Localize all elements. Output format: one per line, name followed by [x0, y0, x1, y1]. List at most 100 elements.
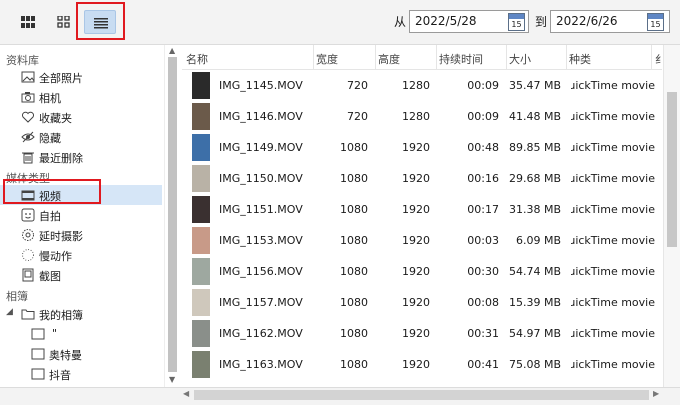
album-icon [31, 368, 45, 380]
horizontal-scroll-thumb[interactable] [194, 390, 649, 400]
sidebar-scrollbar[interactable]: ▲ ▼ [164, 45, 181, 387]
cell-kind: QuickTime movie [571, 234, 655, 247]
table-row[interactable]: IMG_1163.MOV 1080 1920 00:41 75.08 MB QuickTi… [182, 349, 662, 380]
sidebar-item-slowmo[interactable]: 慢动作 [0, 245, 162, 265]
video-thumbnail [192, 165, 210, 192]
column-header-width[interactable]: 宽度 [316, 51, 338, 67]
cell-size: 54.74 MB [508, 265, 561, 278]
cell-duration: 00:41 [467, 358, 499, 371]
cell-kind: QuickTime movie [571, 327, 655, 340]
sidebar-item-selfies[interactable]: 自拍 [0, 205, 162, 225]
cell-kind: QuickTime movie [571, 203, 655, 216]
column-header-more[interactable]: 纟 [655, 51, 662, 67]
cell-duration: 00:09 [467, 79, 499, 92]
from-calendar-icon[interactable]: 15 [508, 13, 525, 31]
scroll-down-icon[interactable]: ▼ [169, 375, 175, 384]
sidebar-item-camera[interactable]: 相机 [0, 87, 162, 107]
cell-width: 1080 [340, 296, 368, 309]
scroll-up-icon[interactable]: ▲ [169, 46, 175, 55]
sidebar-item-my-albums[interactable]: ◢ 我的相簿 [0, 304, 162, 324]
cell-height: 1920 [402, 296, 430, 309]
cell-size: 29.68 MB [508, 172, 561, 185]
sidebar-item-hidden[interactable]: 隐藏 [0, 127, 162, 147]
table-row[interactable]: IMG_1156.MOV 1080 1920 00:30 54.74 MB QuickTi… [182, 256, 662, 287]
column-header-height[interactable]: 高度 [378, 51, 400, 67]
sidebar-item-recently-deleted[interactable]: 最近删除 [0, 147, 162, 167]
table-row[interactable]: IMG_1149.MOV 1080 1920 00:48 89.85 MB QuickTi… [182, 132, 662, 163]
cell-duration: 00:30 [467, 265, 499, 278]
trash-icon [22, 152, 34, 164]
cell-height: 1920 [402, 234, 430, 247]
cell-height: 1920 [402, 141, 430, 154]
cell-width: 1080 [340, 358, 368, 371]
cell-kind: QuickTime movie [571, 172, 655, 185]
scroll-left-icon[interactable]: ◀ [183, 389, 189, 398]
cell-height: 1920 [402, 172, 430, 185]
cell-duration: 00:16 [467, 172, 499, 185]
camera-icon [21, 92, 35, 103]
library-header: 资料库 [6, 54, 39, 67]
cell-height: 1920 [402, 203, 430, 216]
to-date-value: 2022/6/26 [556, 14, 618, 28]
sidebar: 资料库 全部照片 相机 收藏夹 隐藏 最近删除 媒体类型 视频 自拍 延时摄影 … [0, 45, 181, 387]
sidebar-item-timelapse[interactable]: 延时摄影 [0, 225, 162, 245]
table-scrollbar[interactable] [663, 45, 680, 387]
grid-large-view-button[interactable] [12, 10, 44, 34]
grid-small-view-icon [57, 16, 70, 28]
table-header: 名称 宽度 高度 持续时间 大小 种类 纟 [182, 45, 662, 70]
cell-name: IMG_1157.MOV [219, 296, 303, 309]
folder-icon [21, 309, 35, 320]
table-row[interactable]: IMG_1157.MOV 1080 1920 00:08 15.39 MB QuickTi… [182, 287, 662, 318]
video-thumbnail [192, 196, 210, 223]
cell-name: IMG_1150.MOV [219, 172, 303, 185]
cell-width: 1080 [340, 265, 368, 278]
column-header-size[interactable]: 大小 [509, 51, 531, 67]
cell-height: 1920 [402, 265, 430, 278]
table-row[interactable]: IMG_1146.MOV 720 1280 00:09 41.48 MB QuickTim… [182, 101, 662, 132]
cell-width: 1080 [340, 327, 368, 340]
table-row[interactable]: IMG_1151.MOV 1080 1920 00:17 31.38 MB QuickTi… [182, 194, 662, 225]
sidebar-item-screenshots[interactable]: 截图 [0, 265, 162, 285]
cell-duration: 00:31 [467, 327, 499, 340]
table-row[interactable]: IMG_1150.MOV 1080 1920 00:16 29.68 MB QuickTi… [182, 163, 662, 194]
eye-hidden-icon [21, 131, 35, 143]
media-table: 名称 宽度 高度 持续时间 大小 种类 纟 IMG_1145.MOV 720 128… [182, 45, 662, 387]
video-thumbnail [192, 258, 210, 285]
cell-kind: QuickTime movie [571, 265, 655, 278]
heart-icon [21, 111, 35, 123]
sidebar-item-favorites[interactable]: 收藏夹 [0, 107, 162, 127]
table-row[interactable]: IMG_1145.MOV 720 1280 00:09 35.47 MB QuickTim… [182, 70, 662, 101]
cell-size: 31.38 MB [508, 203, 561, 216]
album-icon [31, 348, 45, 360]
cell-width: 1080 [340, 172, 368, 185]
cell-name: IMG_1162.MOV [219, 327, 303, 340]
cell-height: 1920 [402, 327, 430, 340]
sidebar-item-all-photos[interactable]: 全部照片 [0, 67, 162, 87]
sidebar-album-item[interactable]: " [0, 324, 162, 344]
column-header-duration[interactable]: 持续时间 [439, 51, 483, 67]
sidebar-scroll-thumb[interactable] [168, 57, 177, 372]
sidebar-album-item[interactable]: 抖音 [0, 364, 162, 384]
scroll-right-icon[interactable]: ▶ [653, 389, 659, 398]
cell-duration: 00:17 [467, 203, 499, 216]
cell-duration: 00:08 [467, 296, 499, 309]
table-row[interactable]: IMG_1153.MOV 1080 1920 00:03 6.09 MB QuickTim… [182, 225, 662, 256]
cell-name: IMG_1146.MOV [219, 110, 303, 123]
video-thumbnail [192, 72, 210, 99]
slowmo-icon [22, 249, 34, 261]
sidebar-album-item[interactable]: 奥特曼 [0, 344, 162, 364]
table-scroll-thumb[interactable] [667, 92, 677, 247]
cell-width: 1080 [340, 141, 368, 154]
photos-icon [21, 71, 35, 83]
table-row[interactable]: IMG_1162.MOV 1080 1920 00:31 54.97 MB QuickTi… [182, 318, 662, 349]
from-date-value: 2022/5/28 [415, 14, 477, 28]
cell-name: IMG_1151.MOV [219, 203, 303, 216]
column-header-name[interactable]: 名称 [186, 51, 208, 67]
cell-width: 1080 [340, 234, 368, 247]
collapse-arrow-icon[interactable]: ◢ [6, 307, 13, 317]
cell-kind: QuickTime movie [571, 110, 655, 123]
cell-height: 1920 [402, 358, 430, 371]
column-header-kind[interactable]: 种类 [569, 51, 591, 67]
to-calendar-icon[interactable]: 15 [647, 13, 664, 31]
cell-duration: 00:48 [467, 141, 499, 154]
